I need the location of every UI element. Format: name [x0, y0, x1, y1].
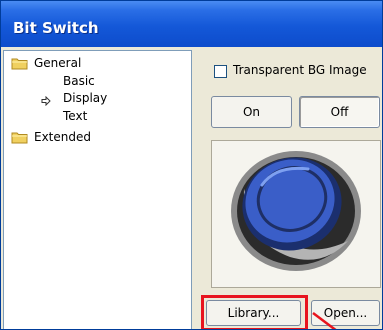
dialog-body: General Basic Display Text Extended Tran… — [1, 47, 382, 329]
callout-line — [312, 312, 337, 329]
bit-switch-dialog: Bit Switch General Basic Display Text Ex… — [0, 0, 383, 330]
window-title: Bit Switch — [13, 19, 99, 37]
title-bar[interactable]: Bit Switch — [1, 1, 382, 47]
